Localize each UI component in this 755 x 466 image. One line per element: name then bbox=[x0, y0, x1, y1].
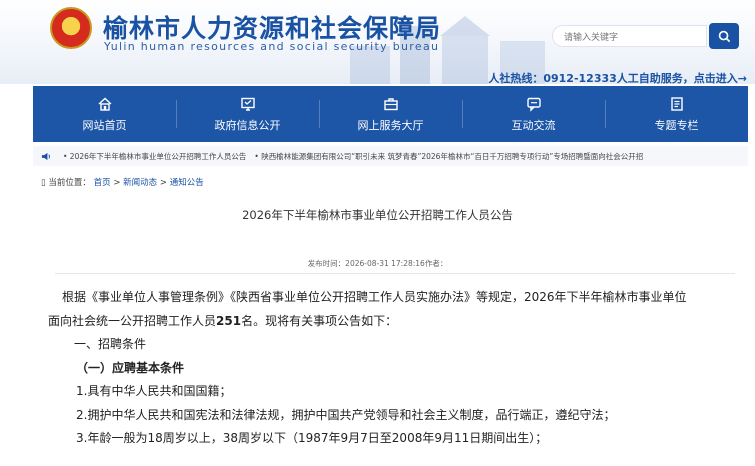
nav-label: 互动交流 bbox=[511, 118, 556, 132]
news-ticker: • 2026年下半年榆林市事业单位公开招聘工作人员公告 • 陕西榆林能源集团有限… bbox=[33, 146, 748, 166]
nav-label: 网站首页 bbox=[82, 118, 127, 132]
divider bbox=[55, 273, 735, 274]
ticker-news-link[interactable]: • 2026年下半年榆林市事业单位公开招聘工作人员公告 bbox=[63, 151, 246, 162]
breadcrumb: ▯ 当前位置： 首页 > 新闻动态 > 通知公告 bbox=[41, 176, 204, 188]
nav-item-gov-info[interactable]: 政府信息公开 bbox=[176, 86, 319, 142]
home-icon bbox=[98, 97, 111, 111]
briefcase-icon bbox=[383, 97, 398, 110]
text-span: 面向社会统一公开招聘工作人员 bbox=[48, 313, 217, 328]
text-span: 名。现将有关事项公告如下： bbox=[241, 313, 398, 328]
breadcrumb-separator: > bbox=[159, 178, 170, 188]
nav-item-interaction[interactable]: 互动交流 bbox=[462, 86, 605, 142]
government-info-icon bbox=[240, 97, 255, 111]
section-heading: 一、招聘条件 bbox=[74, 337, 147, 351]
nav-item-topics[interactable]: 专题专栏 bbox=[605, 86, 748, 142]
article-body: 根据《事业单位人事管理条例》《陕西省事业单位公开招聘工作人员实施办法》等规定，2… bbox=[48, 286, 742, 451]
breadcrumb-news[interactable]: 新闻动态 bbox=[123, 178, 157, 188]
nav-item-home[interactable]: 网站首页 bbox=[33, 86, 176, 142]
speaker-icon bbox=[37, 151, 55, 162]
breadcrumb-separator: > bbox=[113, 178, 124, 188]
article-meta: 发布时间：2026-08-31 17:28:16作者： bbox=[307, 259, 448, 268]
topic-icon bbox=[670, 96, 683, 111]
national-emblem-logo: ★ bbox=[50, 7, 92, 49]
nav-label: 网上服务大厅 bbox=[357, 118, 424, 132]
search-icon bbox=[718, 30, 730, 42]
main-nav: 网站首页 政府信息公开 网上服务大厅 互动交流 专题专栏 bbox=[33, 86, 748, 142]
location-icon: ▯ bbox=[41, 178, 46, 188]
breadcrumb-home[interactable]: 首页 bbox=[94, 178, 111, 188]
paragraph-line: 面向社会统一公开招聘工作人员251名。现将有关事项公告如下： bbox=[48, 310, 742, 334]
recruit-count: 251 bbox=[216, 313, 242, 328]
nav-label: 政府信息公开 bbox=[214, 118, 281, 132]
chat-icon bbox=[526, 97, 541, 112]
subsection-heading: （一）应聘基本条件 bbox=[76, 360, 185, 375]
search-button[interactable] bbox=[709, 23, 739, 49]
hotline-link[interactable]: 人社热线：0912-12333人工自助服务，点击进入→ bbox=[488, 70, 747, 84]
site-subtitle: Yulin human resources and social securit… bbox=[104, 40, 440, 53]
nav-item-service-hall[interactable]: 网上服务大厅 bbox=[319, 86, 462, 142]
list-item: 1.具有中华人民共和国国籍； bbox=[76, 384, 232, 398]
breadcrumb-notices[interactable]: 通知公告 bbox=[170, 178, 204, 188]
nav-label: 专题专栏 bbox=[654, 118, 699, 132]
site-header: ★ 榆林市人力资源和社会保障局 Yulin human resources an… bbox=[0, 0, 755, 84]
breadcrumb-prefix: 当前位置： bbox=[48, 178, 91, 188]
list-item: 3.年龄一般为18周岁以上，38周岁以下（1987年9月7日至2008年9月11… bbox=[76, 431, 548, 445]
article-title: 2026年下半年榆林市事业单位公开招聘工作人员公告 bbox=[242, 208, 513, 222]
paragraph-line: 根据《事业单位人事管理条例》《陕西省事业单位公开招聘工作人员实施办法》等规定，2… bbox=[62, 290, 687, 304]
list-item: 2.拥护中华人民共和国宪法和法律法规，拥护中国共产党领导和社会主义制度，品行端正… bbox=[76, 407, 616, 422]
search-input[interactable]: 请输入关键字 bbox=[552, 25, 707, 47]
ticker-news-link[interactable]: • 陕西榆林能源集团有限公司“职引未来 筑梦青春”2026年榆林市“百日千万招聘… bbox=[254, 151, 643, 162]
